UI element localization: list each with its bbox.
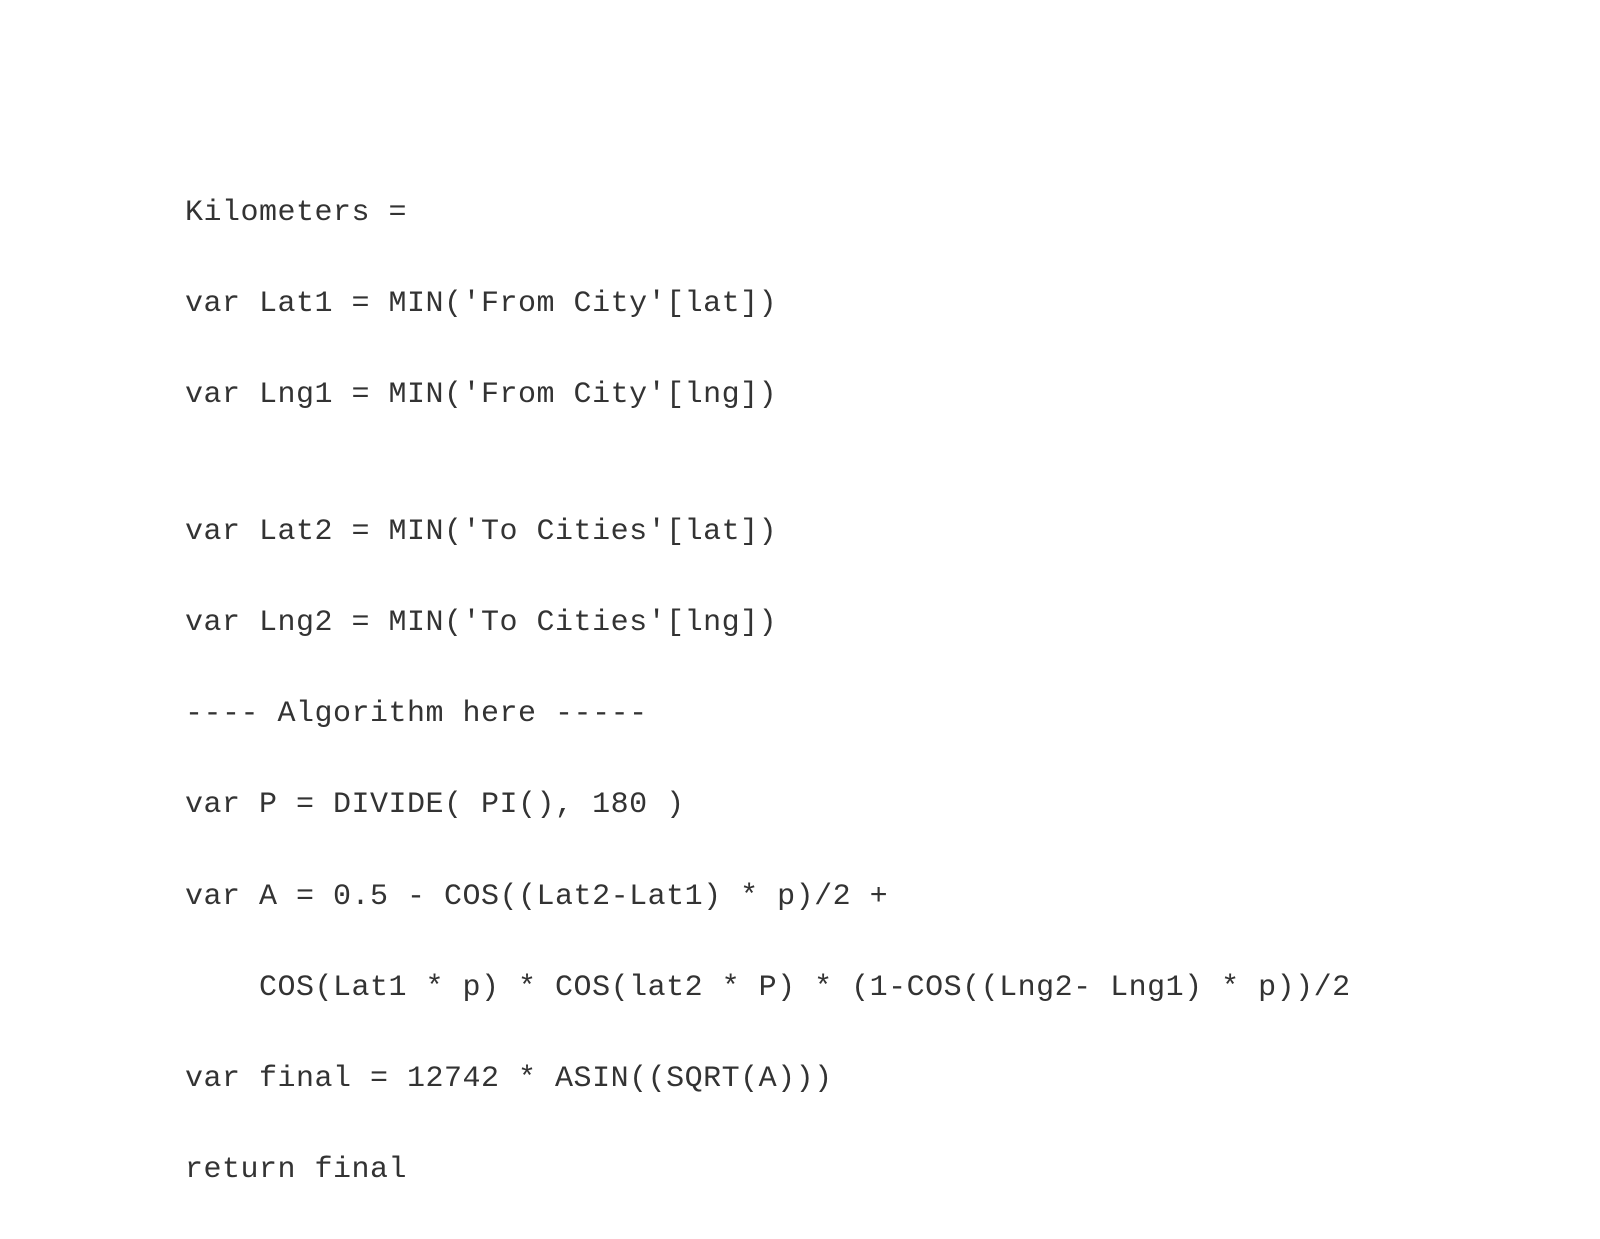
code-line: return final (185, 1148, 1351, 1194)
code-line: var Lng1 = MIN('From City'[lng]) (185, 373, 1351, 419)
code-line: var Lat2 = MIN('To Cities'[lat]) (185, 510, 1351, 556)
code-line: var final = 12742 * ASIN((SQRT(A))) (185, 1057, 1351, 1103)
code-line: var A = 0.5 - COS((Lat2-Lat1) * p)/2 + (185, 875, 1351, 921)
code-line: var P = DIVIDE( PI(), 180 ) (185, 783, 1351, 829)
code-line: COS(Lat1 * p) * COS(lat2 * P) * (1-COS((… (185, 966, 1351, 1012)
code-line: Kilometers = (185, 191, 1351, 237)
code-block: Kilometers = var Lat1 = MIN('From City'[… (185, 145, 1351, 1239)
code-line: ---- Algorithm here ----- (185, 692, 1351, 738)
code-line: var Lat1 = MIN('From City'[lat]) (185, 282, 1351, 328)
code-line: var Lng2 = MIN('To Cities'[lng]) (185, 601, 1351, 647)
